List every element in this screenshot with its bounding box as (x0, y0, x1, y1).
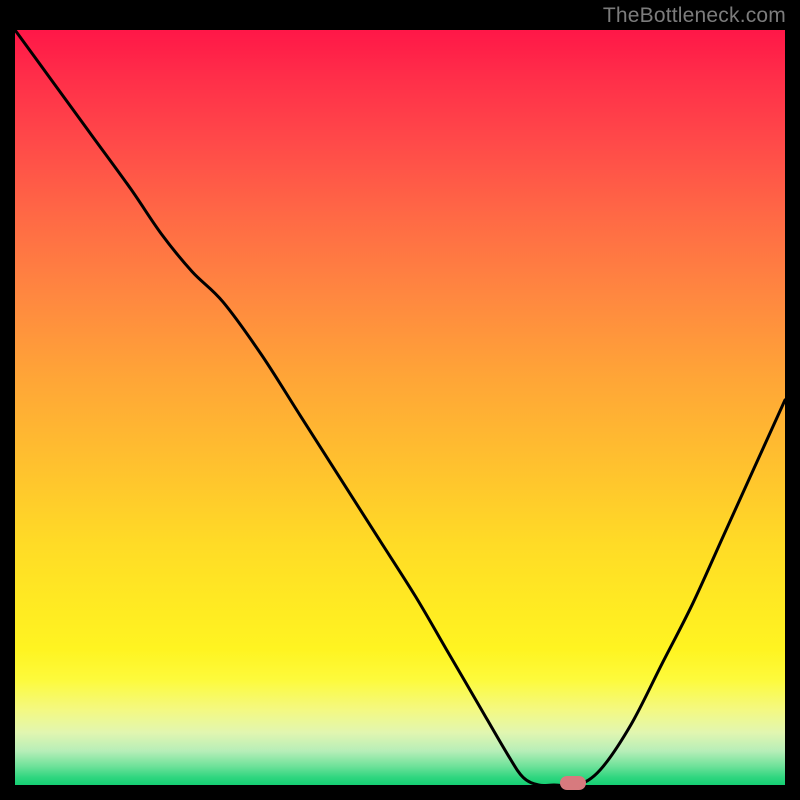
plot-area (15, 30, 785, 785)
optimal-point-marker (560, 776, 586, 790)
watermark-label: TheBottleneck.com (603, 4, 786, 28)
bottleneck-curve (15, 30, 785, 785)
curve-path (15, 30, 785, 786)
chart-frame: TheBottleneck.com (0, 0, 800, 800)
